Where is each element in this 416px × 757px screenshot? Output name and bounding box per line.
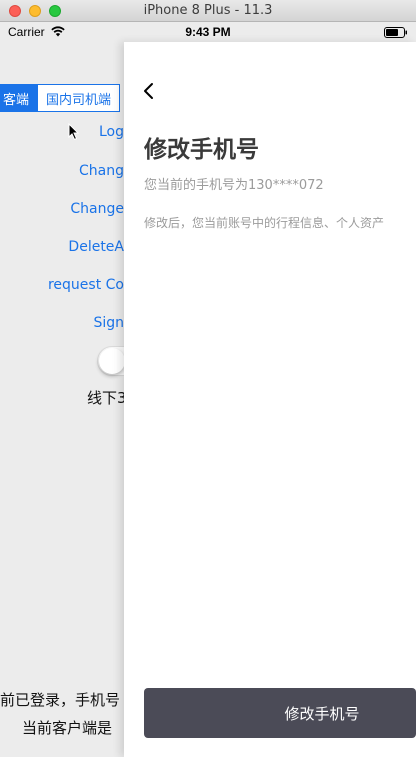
background-screen: 客端 国内司机端 Log Chang Change DeleteA reques… bbox=[0, 42, 157, 757]
login-status-text: 前已登录，手机号 bbox=[0, 691, 121, 709]
segment-customer[interactable]: 客端 bbox=[0, 85, 38, 111]
segment-domestic-driver[interactable]: 国内司机端 bbox=[37, 85, 120, 111]
battery-icon bbox=[384, 27, 407, 38]
status-bar: Carrier 9:43 PM bbox=[0, 22, 416, 42]
sign-button[interactable]: Sign bbox=[0, 315, 124, 331]
change-button-2[interactable]: Change bbox=[0, 201, 124, 217]
status-time: 9:43 PM bbox=[185, 25, 231, 39]
delete-account-button[interactable]: DeleteA bbox=[0, 239, 124, 255]
back-icon[interactable] bbox=[142, 82, 156, 100]
client-status-text: 当前客户端是 bbox=[22, 719, 113, 737]
mouse-cursor-icon bbox=[68, 123, 80, 141]
toggle-knob bbox=[99, 348, 125, 374]
change-button-1[interactable]: Chang bbox=[0, 163, 124, 179]
log-button[interactable]: Log bbox=[0, 124, 124, 140]
window-title: iPhone 8 Plus - 11.3 bbox=[143, 3, 273, 18]
page-title: 修改手机号 bbox=[144, 137, 259, 163]
change-phone-page: 修改手机号 您当前的手机号为130****072 修改后，您当前账号中的行程信息… bbox=[124, 42, 416, 757]
offline-toggle-label: 线下3 bbox=[87, 389, 127, 407]
simulator-titlebar: iPhone 8 Plus - 11.3 bbox=[0, 0, 416, 22]
segmented-control: 客端 国内司机端 bbox=[0, 84, 121, 112]
change-phone-button[interactable]: 修改手机号 bbox=[144, 688, 416, 738]
request-button[interactable]: request Co bbox=[0, 277, 124, 293]
current-phone-text: 您当前的手机号为130****072 bbox=[144, 178, 324, 193]
change-notice-text: 修改后，您当前账号中的行程信息、个人资产 bbox=[144, 216, 385, 230]
phone-screen: Carrier 9:43 PM 客端 国内司机端 Log Chang Chang… bbox=[0, 22, 416, 757]
